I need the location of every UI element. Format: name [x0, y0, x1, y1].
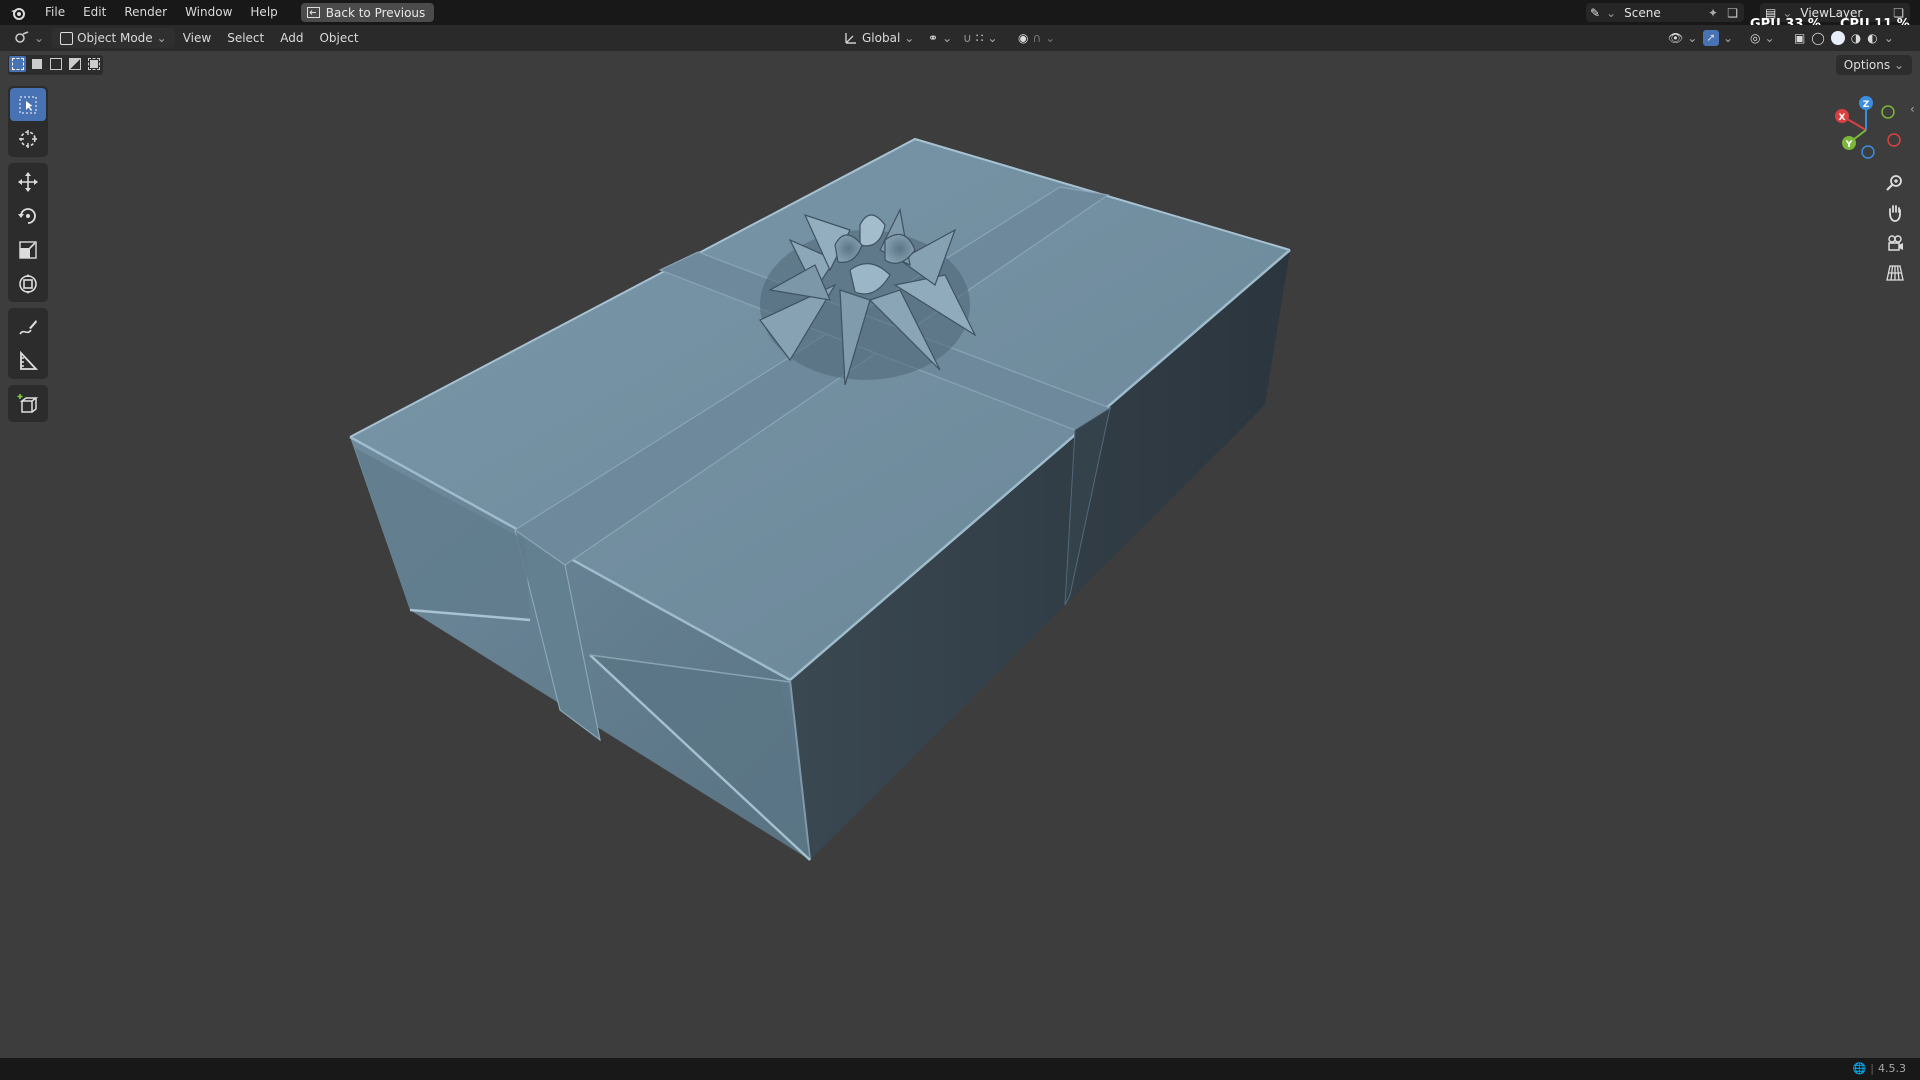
menu-render[interactable]: Render [115, 0, 176, 25]
3d-viewport[interactable] [0, 51, 1920, 1056]
orientation-icon [845, 33, 856, 44]
blender-logo-icon[interactable] [0, 6, 36, 20]
pin-icon[interactable]: ✦ [1708, 6, 1718, 20]
chevron-down-icon: ⌄ [904, 31, 915, 45]
overlays-icon: ◎ [1750, 31, 1761, 45]
shading-modes[interactable]: ▣ ◯ ◑ ◐ ⌄ [1786, 28, 1902, 48]
material-shading-icon[interactable]: ◑ [1851, 31, 1861, 45]
object-mode-icon [60, 31, 74, 45]
scene-name: Scene [1624, 5, 1661, 20]
menu-object[interactable]: Object [311, 28, 366, 48]
snap-toggle[interactable]: ∪ ∷ ⌄ [955, 28, 1006, 48]
xray-icon[interactable]: ▣ [1794, 31, 1805, 45]
menu-help[interactable]: Help [241, 0, 286, 25]
menu-add[interactable]: Add [272, 28, 311, 48]
scene-icon: ✎ [1590, 5, 1601, 20]
back-to-previous-label: Back to Previous [325, 5, 426, 20]
editor-type-button[interactable]: ⌄ [6, 28, 52, 48]
version-info: 🌐 | 4.5.3 [1852, 1062, 1906, 1075]
eye-icon: 👁 [1668, 31, 1684, 45]
back-to-previous-button[interactable]: Back to Previous [300, 3, 435, 22]
gift-box[interactable] [349, 137, 1291, 861]
menu-window[interactable]: Window [176, 0, 241, 25]
proportional-edit-toggle[interactable]: ◉ ∩ ⌄ [1010, 28, 1063, 48]
solid-shading-icon[interactable] [1830, 31, 1845, 45]
chevron-down-icon: ⌄ [156, 31, 167, 45]
menu-select[interactable]: Select [219, 28, 272, 48]
transform-orientation-dropdown[interactable]: Global ⌄ [836, 28, 922, 48]
gizmo-toggle[interactable]: ➚ ⌄ [1695, 28, 1741, 48]
menu-edit[interactable]: Edit [74, 0, 115, 25]
menu-view[interactable]: View [175, 28, 219, 48]
status-bar: 🌐 | 4.5.3 [0, 1058, 1920, 1080]
new-scene-icon[interactable]: ❏ [1727, 6, 1738, 20]
overlays-toggle[interactable]: ◎ ⌄ [1742, 28, 1783, 48]
gizmo-icon: ➚ [1703, 30, 1719, 46]
wireframe-shading-icon[interactable]: ◯ [1811, 31, 1824, 45]
rendered-shading-icon[interactable]: ◐ [1867, 31, 1877, 45]
editor-type-icon [15, 31, 29, 43]
version-label: 4.5.3 [1878, 1062, 1906, 1075]
magnet-icon: ∪ [963, 31, 972, 45]
back-icon [306, 7, 320, 18]
falloff-icon: ∩ [1032, 31, 1042, 45]
top-menu-bar: File Edit Render Window Help Back to Pre… [0, 0, 1920, 32]
globe-icon: 🌐 [1852, 1062, 1867, 1075]
proportional-edit-icon: ◉ [1018, 31, 1029, 45]
orientation-label: Global [862, 31, 901, 45]
menu-file[interactable]: File [36, 0, 74, 25]
object-mode-label: Object Mode [77, 31, 153, 45]
viewport-header: ⌄ Object Mode ⌄ View Select Add Object G… [0, 25, 1920, 51]
pivot-icon: ⚭ [928, 31, 939, 45]
object-mode-dropdown[interactable]: Object Mode ⌄ [52, 28, 175, 48]
snap-increment-icon: ∷ [975, 31, 984, 45]
scene-selector[interactable]: ✎ ⌄ Scene ✦ ❏ [1586, 3, 1744, 22]
